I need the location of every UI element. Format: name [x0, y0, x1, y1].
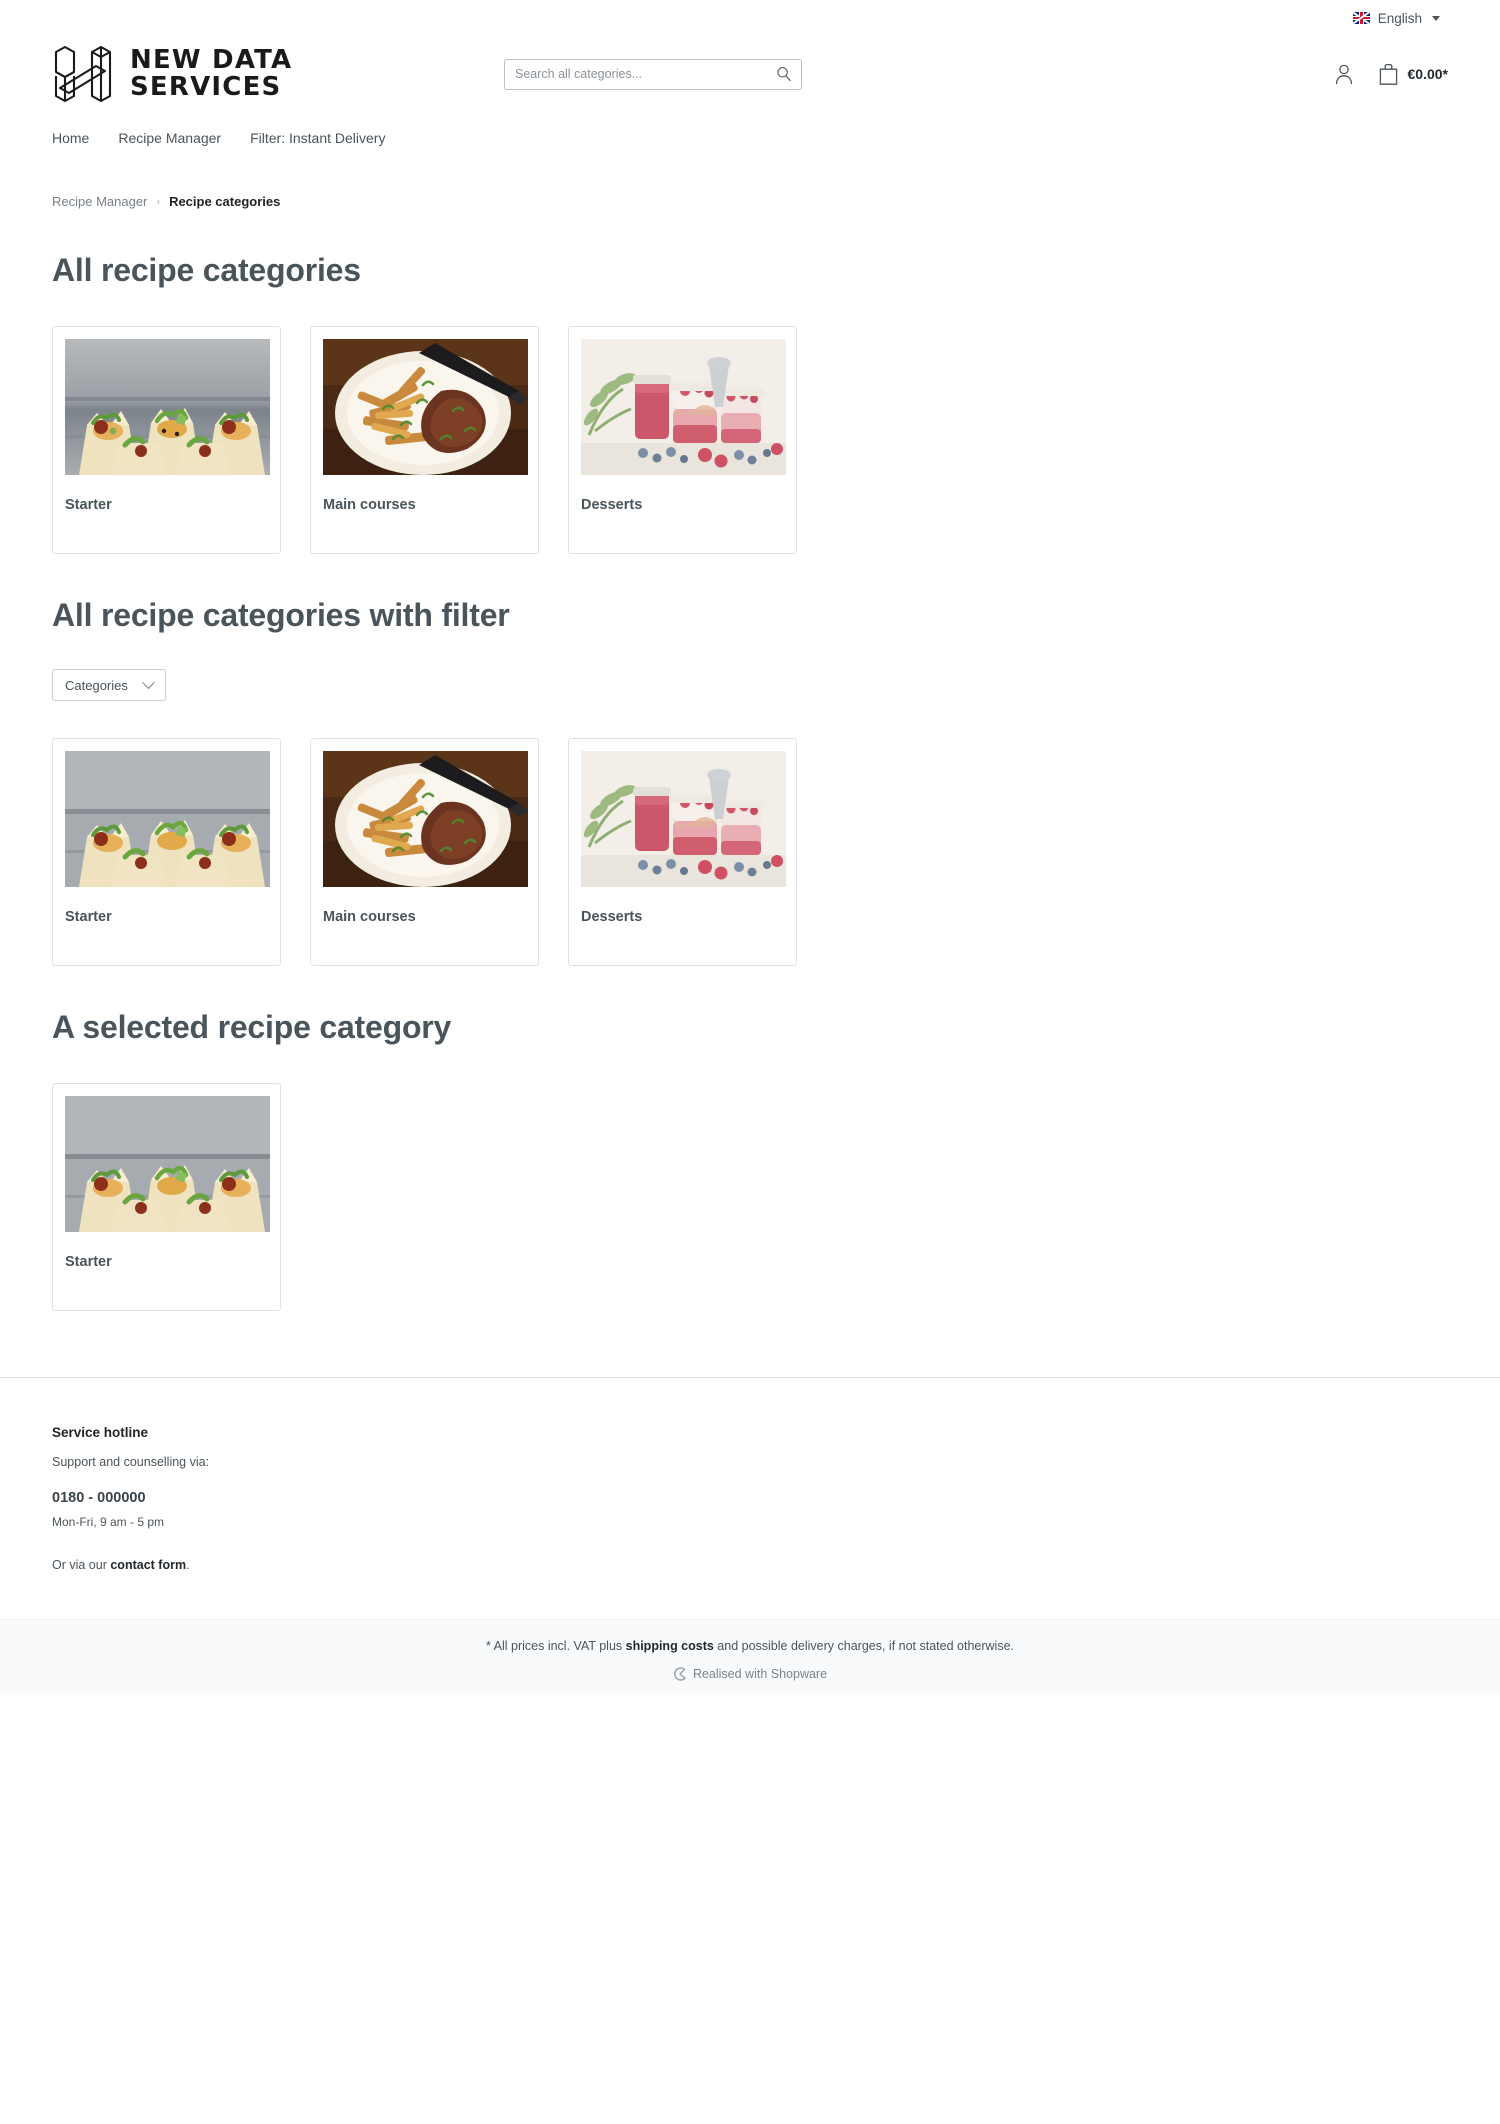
breadcrumb-current: Recipe categories — [169, 194, 281, 209]
category-thumbnail — [65, 339, 270, 475]
berry-smoothie-jars-photo — [581, 339, 786, 475]
nav-item-filter-instant-delivery[interactable]: Filter: Instant Delivery — [250, 130, 385, 146]
category-card-starter[interactable]: Starter — [52, 326, 281, 554]
category-card-label: Desserts — [581, 909, 643, 925]
category-grid-filtered: Starter Main courses Desserts — [52, 738, 1448, 966]
site-header: NEW DATA SERVICES Search all categories.… — [0, 38, 1500, 110]
vat-prefix: * All prices incl. VAT plus — [485, 1639, 626, 1654]
category-thumbnail — [581, 339, 786, 475]
vat-notice: * All prices incl. VAT plus shipping cos… — [0, 1639, 1500, 1653]
category-thumbnail — [581, 751, 786, 887]
footer-support-text: Support and counselling via: — [52, 1455, 210, 1469]
contact-form-link[interactable]: contact form — [110, 1558, 186, 1572]
shopping-bag-icon — [1379, 63, 1397, 85]
category-card-label: Starter — [65, 909, 112, 925]
chevron-down-icon — [142, 675, 155, 689]
steak-and-fries-plate-photo — [323, 339, 528, 475]
starter-appetizer-cups-photo — [65, 1096, 270, 1232]
realised-text: Realised with Shopware — [692, 1667, 828, 1682]
caret-down-icon — [1432, 15, 1440, 21]
categories-filter-dropdown[interactable]: Categories — [52, 669, 166, 701]
search-box[interactable] — [504, 58, 802, 90]
category-card-desserts[interactable]: Desserts — [568, 326, 797, 554]
section-title-a-selected-recipe-category: A selected recipe category — [52, 1009, 452, 1045]
breadcrumb-separator-icon: › — [156, 195, 161, 208]
search-input[interactable] — [505, 59, 801, 89]
category-card-label: Desserts — [581, 497, 643, 513]
category-card-starter[interactable]: Starter — [52, 738, 281, 966]
site-footer: Service hotline Support and counselling … — [0, 1378, 1500, 1572]
utility-bar: English — [0, 0, 1500, 36]
shopware-logo-icon — [673, 1667, 686, 1681]
uk-flag-icon — [1352, 12, 1370, 24]
shipping-costs-link[interactable]: shipping costs — [626, 1639, 714, 1653]
category-thumbnail — [323, 339, 528, 475]
nav-item-recipe-manager[interactable]: Recipe Manager — [118, 130, 221, 146]
category-card-label: Starter — [65, 497, 112, 513]
category-thumbnail — [323, 751, 528, 887]
cart-button[interactable]: €0.00* — [1378, 63, 1448, 86]
category-grid-selected: Starter — [52, 1083, 1448, 1311]
category-card-main-courses[interactable]: Main courses — [310, 738, 539, 966]
category-card-label: Main courses — [323, 909, 416, 925]
footer-contact-prefix: Or via our — [52, 1558, 111, 1573]
section-title-all-recipe-categories-with-filter: All recipe categories with filter — [52, 597, 510, 633]
language-switcher[interactable]: English — [1352, 10, 1440, 26]
search-area — [504, 58, 802, 90]
footer-hotline-title: Service hotline — [52, 1425, 149, 1440]
vat-suffix: and possible delivery charges, if not st… — [713, 1639, 1014, 1654]
category-card-main-courses[interactable]: Main courses — [310, 326, 539, 554]
berry-smoothie-jars-photo — [581, 751, 786, 887]
category-thumbnail — [65, 1096, 270, 1232]
account-button[interactable] — [1334, 63, 1354, 85]
footer-contact-line: Or via our contact form. — [52, 1558, 1448, 1572]
starter-appetizer-cups-photo — [65, 339, 270, 475]
logo-text: NEW DATA SERVICES — [130, 45, 293, 102]
filter-label: Categories — [65, 677, 128, 693]
breadcrumb: Recipe Manager › Recipe categories — [52, 194, 1448, 209]
realised-with-shopware: Realised with Shopware — [0, 1667, 1500, 1681]
bottom-bar: * All prices incl. VAT plus shipping cos… — [0, 1619, 1500, 1696]
category-card-starter[interactable]: Starter — [52, 1083, 281, 1311]
category-card-desserts[interactable]: Desserts — [568, 738, 797, 966]
cart-amount: €0.00* — [1407, 66, 1448, 82]
category-thumbnail — [65, 751, 270, 887]
category-card-label: Main courses — [323, 497, 416, 513]
search-button[interactable] — [775, 65, 793, 83]
header-actions: €0.00* — [1334, 63, 1448, 86]
content-container: Recipe Manager › Recipe categories All r… — [0, 194, 1500, 1311]
search-icon — [777, 67, 791, 82]
section-title-all-recipe-categories: All recipe categories — [52, 252, 361, 288]
language-label: English — [1377, 10, 1422, 26]
breadcrumb-parent[interactable]: Recipe Manager — [52, 194, 147, 209]
category-grid-all: Starter Main courses Desserts — [52, 326, 1448, 554]
logo-link[interactable]: NEW DATA SERVICES — [52, 44, 452, 104]
steak-and-fries-plate-photo — [323, 751, 528, 887]
footer-contact-suffix: . — [186, 1558, 190, 1573]
main-navigation: Home Recipe Manager Filter: Instant Deli… — [0, 130, 1500, 146]
filter-row: Categories — [52, 669, 1448, 701]
page-root: English NEW DATA SERVICES Search all cat… — [0, 0, 1500, 1696]
user-account-icon — [1335, 64, 1352, 85]
footer-phone-number: 0180 - 000000 — [52, 1490, 146, 1507]
nav-item-home[interactable]: Home — [52, 130, 89, 146]
starter-appetizer-cups-photo — [65, 751, 270, 887]
footer-opening-hours: Mon-Fri, 9 am - 5 pm — [52, 1515, 165, 1530]
category-card-label: Starter — [65, 1254, 112, 1270]
isometric-h-logo-icon — [54, 45, 112, 103]
